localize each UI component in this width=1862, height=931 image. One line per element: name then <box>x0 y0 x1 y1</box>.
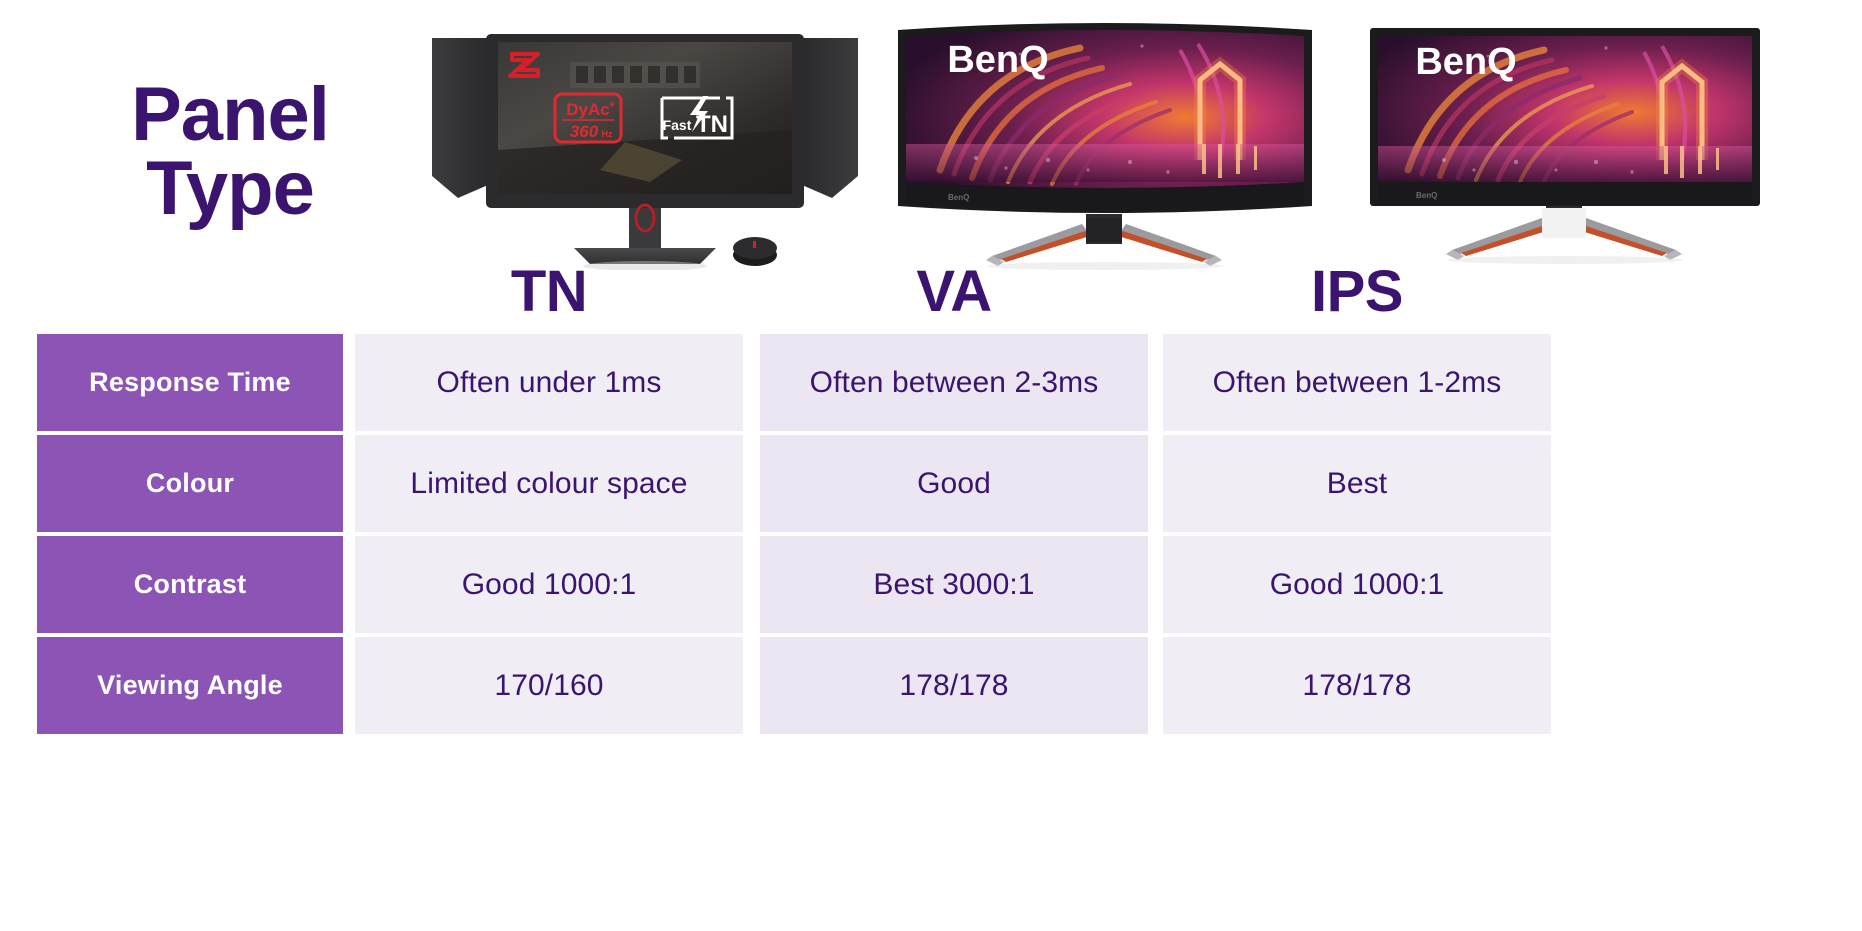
v-stand-icon <box>1446 208 1682 260</box>
page-title: Panel Type <box>40 77 420 232</box>
monitor-image-va: BenQ BenQ <box>880 10 1330 270</box>
cell-tn-colour: Limited colour space <box>355 435 743 532</box>
monitor-image-tn: DyAc + 360 Hz Fast TN <box>420 10 870 270</box>
svg-text:DyAc: DyAc <box>566 100 609 119</box>
zowie-tn-monitor-illustration: DyAc + 360 Hz Fast TN <box>432 34 858 270</box>
benq-va-curved-monitor-illustration: BenQ BenQ <box>898 23 1312 270</box>
svg-text:Hz: Hz <box>602 129 613 139</box>
cell-tn-contrast: Good 1000:1 <box>355 536 743 633</box>
svg-text:+: + <box>609 99 615 111</box>
cell-tn-response-time: Often under 1ms <box>355 334 743 431</box>
svg-text:TN: TN <box>696 111 728 138</box>
benq-bezel-logo-icon: BenQ <box>948 193 969 202</box>
cell-ips-contrast: Good 1000:1 <box>1163 536 1551 633</box>
benq-screen-logo-icon: BenQ <box>947 39 1048 81</box>
benq-ips-flat-monitor-illustration: BenQ BenQ <box>1370 28 1760 264</box>
row-label-contrast: Contrast <box>37 536 343 633</box>
column-header-va: VA <box>916 259 992 324</box>
row-label-colour: Colour <box>37 435 343 532</box>
svg-text:Fast: Fast <box>663 117 692 133</box>
cell-ips-viewing-angle: 178/178 <box>1163 637 1551 734</box>
cell-ips-colour: Best <box>1163 435 1551 532</box>
cell-tn-viewing-angle: 170/160 <box>355 637 743 734</box>
page-title-line1: Panel <box>131 72 330 157</box>
monitor-images: DyAc + 360 Hz Fast TN BenQ BenQ BenQ Ben… <box>410 10 1840 270</box>
table-row: Viewing Angle 170/160 178/178 178/178 <box>0 637 1862 734</box>
cell-va-contrast: Best 3000:1 <box>760 536 1148 633</box>
cell-va-viewing-angle: 178/178 <box>760 637 1148 734</box>
table-row: Contrast Good 1000:1 Best 3000:1 Good 10… <box>0 536 1862 633</box>
monitor-image-ips: BenQ BenQ <box>1340 10 1790 270</box>
column-header-tn: TN <box>510 259 588 324</box>
comparison-table: Response Time Often under 1ms Often betw… <box>0 334 1862 738</box>
benq-bezel-logo-icon: BenQ <box>1416 191 1437 200</box>
row-label-viewing-angle: Viewing Angle <box>37 637 343 734</box>
row-label-response-time: Response Time <box>37 334 343 431</box>
cell-va-colour: Good <box>760 435 1148 532</box>
comparison-infographic: Panel Type DyAc + 360 Hz Fast TN BenQ Be… <box>0 0 1862 931</box>
svg-text:360: 360 <box>570 122 599 141</box>
page-title-line2: Type <box>146 146 315 232</box>
benq-screen-logo-icon: BenQ <box>1415 41 1516 83</box>
table-row: Colour Limited colour space Good Best <box>0 435 1862 532</box>
cell-ips-response-time: Often between 1-2ms <box>1163 334 1551 431</box>
table-row: Response Time Often under 1ms Often betw… <box>0 334 1862 431</box>
cell-va-response-time: Often between 2-3ms <box>760 334 1148 431</box>
column-header-ips: IPS <box>1311 259 1404 324</box>
